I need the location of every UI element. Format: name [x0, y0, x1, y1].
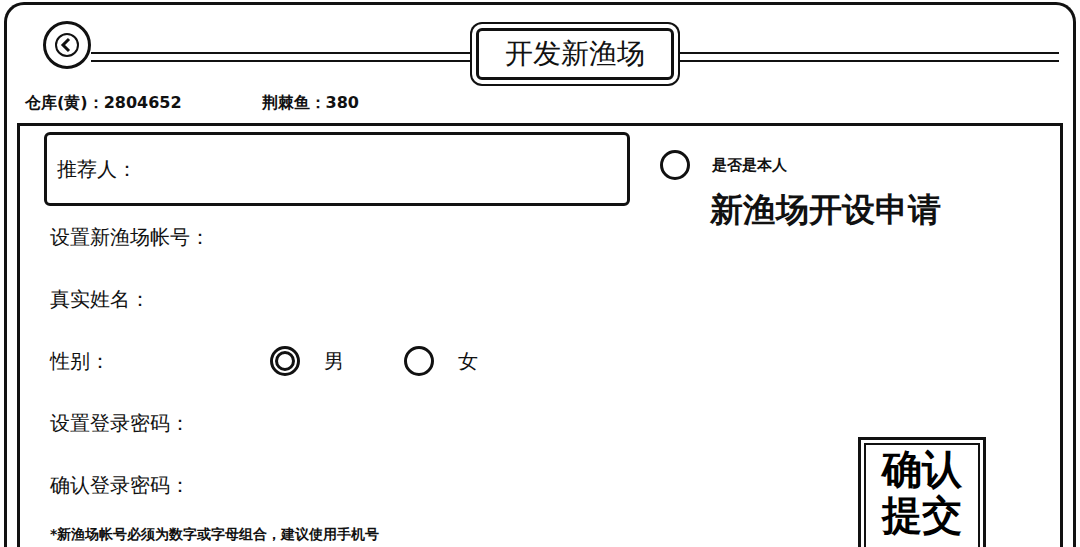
referrer-label: 推荐人： — [57, 156, 137, 183]
form-column: 推荐人：设置新渔场帐号：真实姓名：性别：男女设置登录密码：确认登录密码：*新渔场… — [20, 126, 630, 547]
stat: 荆棘鱼：380 — [262, 93, 359, 114]
side-column: 是否是本人新渔场开设申请确认提交 — [630, 126, 1060, 547]
self-option-label: 是否是本人 — [712, 156, 787, 175]
radio-group: 男女 — [270, 346, 478, 376]
title-line — [91, 52, 470, 62]
back-button[interactable] — [43, 21, 91, 69]
radio-option[interactable]: 女 — [404, 346, 478, 376]
referrer-input[interactable] — [137, 156, 617, 182]
submit-label: 确认提交 — [882, 446, 962, 538]
stat: 仓库(黄)：2804652 — [25, 93, 182, 114]
field-input[interactable] — [150, 286, 630, 312]
info-bar: 仓库(黄)：2804652 荆棘鱼：380 — [7, 85, 1073, 123]
field-input[interactable] — [190, 472, 630, 498]
field-input[interactable] — [190, 410, 630, 436]
radio-button[interactable] — [404, 346, 434, 376]
back-arrow-icon — [54, 32, 80, 58]
form-row: 设置登录密码： — [50, 392, 630, 454]
form-row: 真实姓名： — [50, 268, 630, 330]
field-label: 确认登录密码： — [50, 472, 190, 499]
form-row: 设置新渔场帐号： — [50, 206, 630, 268]
field-label: 设置新渔场帐号： — [50, 224, 210, 251]
form-row: 确认登录密码： — [50, 454, 630, 516]
field-label: 性别： — [50, 348, 270, 375]
form-panel: 推荐人：设置新渔场帐号：真实姓名：性别：男女设置登录密码：确认登录密码：*新渔场… — [17, 123, 1063, 547]
page: 开发新渔场仓库(黄)：2804652 荆棘鱼：380 推荐人： 设置新渔场帐号： 真实姓… — [0, 0, 1080, 547]
window-title: 开发新渔场 — [476, 28, 674, 80]
radio-label: 女 — [458, 348, 478, 375]
radio-button[interactable] — [270, 346, 300, 376]
radio-label: 男 — [324, 348, 344, 375]
radio-button[interactable] — [660, 150, 690, 180]
referrer-field[interactable]: 推荐人： — [44, 132, 630, 206]
field-label: 真实姓名： — [50, 286, 150, 313]
form-heading: 新渔场开设申请 — [710, 188, 1060, 233]
self-option[interactable]: 是否是本人 — [660, 150, 1060, 180]
title-bar: 开发新渔场 — [7, 5, 1073, 85]
window-frame: 开发新渔场仓库(黄)：2804652 荆棘鱼：380 推荐人： 设置新渔场帐号： 真实姓… — [4, 2, 1076, 547]
title-line — [680, 52, 1059, 62]
form-row: 性别：男女 — [50, 330, 630, 392]
radio-option[interactable]: 男 — [270, 346, 344, 376]
field-label: 设置登录密码： — [50, 410, 190, 437]
submit-button[interactable]: 确认提交 — [858, 437, 986, 547]
field-input[interactable] — [210, 224, 630, 250]
note: *新渔场帐号必须为数字或字母组合，建议使用手机号 — [50, 516, 630, 544]
